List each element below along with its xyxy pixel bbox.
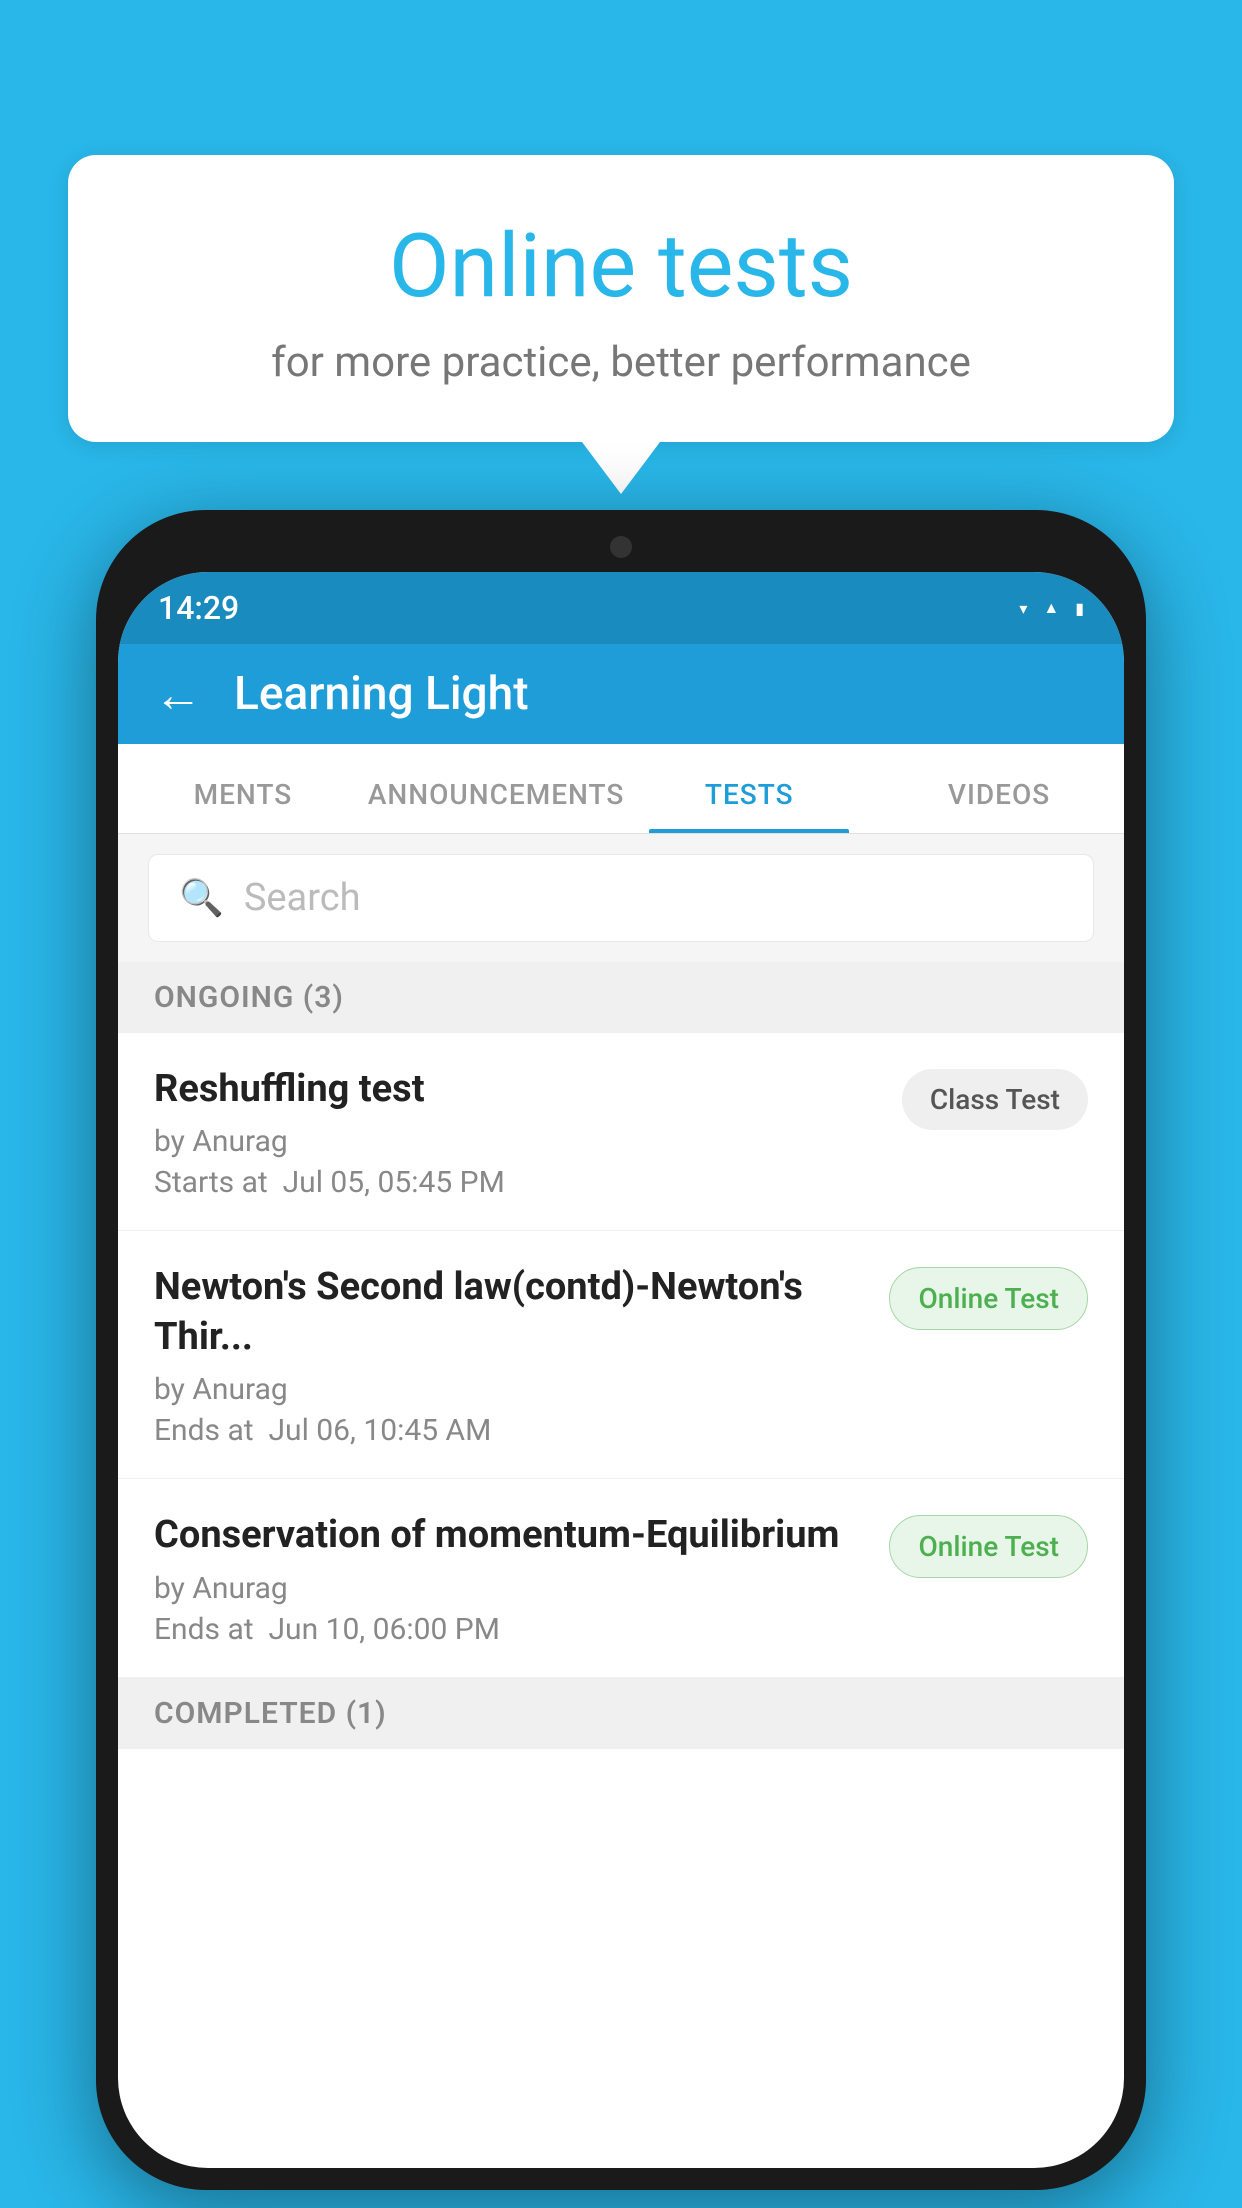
test-by-3: by Anurag xyxy=(154,1571,869,1606)
test-date-2: Ends at Jul 06, 10:45 AM xyxy=(154,1413,869,1448)
test-info-1: Reshuffling test by Anurag Starts at Jul… xyxy=(154,1065,902,1200)
test-date-1: Starts at Jul 05, 05:45 PM xyxy=(154,1165,882,1200)
test-name-2: Newton's Second law(contd)-Newton's Thir… xyxy=(154,1263,869,1362)
front-camera xyxy=(610,536,632,558)
test-by-2: by Anurag xyxy=(154,1372,869,1407)
tab-announcements[interactable]: ANNOUNCEMENTS xyxy=(368,778,624,833)
search-container: 🔍 Search xyxy=(118,834,1124,962)
search-bar[interactable]: 🔍 Search xyxy=(148,854,1094,942)
signal-icon: ▲ xyxy=(1043,598,1059,618)
app-title: Learning Light xyxy=(234,667,529,721)
search-icon: 🔍 xyxy=(179,877,224,919)
back-button[interactable]: ← xyxy=(154,666,202,723)
test-item-2[interactable]: Newton's Second law(contd)-Newton's Thir… xyxy=(118,1231,1124,1479)
status-bar: 14:29 ▾ ▲ ▮ xyxy=(118,572,1124,644)
test-by-1: by Anurag xyxy=(154,1124,882,1159)
test-info-3: Conservation of momentum-Equilibrium by … xyxy=(154,1511,889,1646)
test-badge-3: Online Test xyxy=(889,1515,1088,1578)
speech-bubble-container: Online tests for more practice, better p… xyxy=(68,155,1174,442)
phone-screen: 14:29 ▾ ▲ ▮ ← Learning Light MENTS ANNOU… xyxy=(118,572,1124,2168)
phone-frame: 14:29 ▾ ▲ ▮ ← Learning Light MENTS ANNOU… xyxy=(96,510,1146,2190)
completed-section-header: COMPLETED (1) xyxy=(118,1678,1124,1749)
test-list: Reshuffling test by Anurag Starts at Jul… xyxy=(118,1033,1124,1678)
test-date-3: Ends at Jun 10, 06:00 PM xyxy=(154,1612,869,1647)
battery-icon: ▮ xyxy=(1075,599,1084,618)
wifi-icon: ▾ xyxy=(1019,599,1027,618)
bubble-title: Online tests xyxy=(118,215,1124,318)
status-time: 14:29 xyxy=(158,589,239,627)
tabs-bar: MENTS ANNOUNCEMENTS TESTS VIDEOS xyxy=(118,744,1124,834)
test-name-1: Reshuffling test xyxy=(154,1065,882,1114)
test-badge-2: Online Test xyxy=(889,1267,1088,1330)
app-header: ← Learning Light xyxy=(118,644,1124,744)
test-info-2: Newton's Second law(contd)-Newton's Thir… xyxy=(154,1263,889,1448)
test-badge-1: Class Test xyxy=(902,1069,1088,1130)
tab-videos[interactable]: VIDEOS xyxy=(874,778,1124,833)
ongoing-section-header: ONGOING (3) xyxy=(118,962,1124,1033)
test-name-3: Conservation of momentum-Equilibrium xyxy=(154,1511,869,1560)
test-item-1[interactable]: Reshuffling test by Anurag Starts at Jul… xyxy=(118,1033,1124,1231)
phone-notch xyxy=(556,510,686,568)
search-input[interactable]: Search xyxy=(244,876,361,920)
test-item-3[interactable]: Conservation of momentum-Equilibrium by … xyxy=(118,1479,1124,1677)
bubble-subtitle: for more practice, better performance xyxy=(118,338,1124,387)
tab-tests[interactable]: TESTS xyxy=(624,778,874,833)
status-icons: ▾ ▲ ▮ xyxy=(1019,598,1084,618)
tab-ments[interactable]: MENTS xyxy=(118,778,368,833)
speech-bubble: Online tests for more practice, better p… xyxy=(68,155,1174,442)
